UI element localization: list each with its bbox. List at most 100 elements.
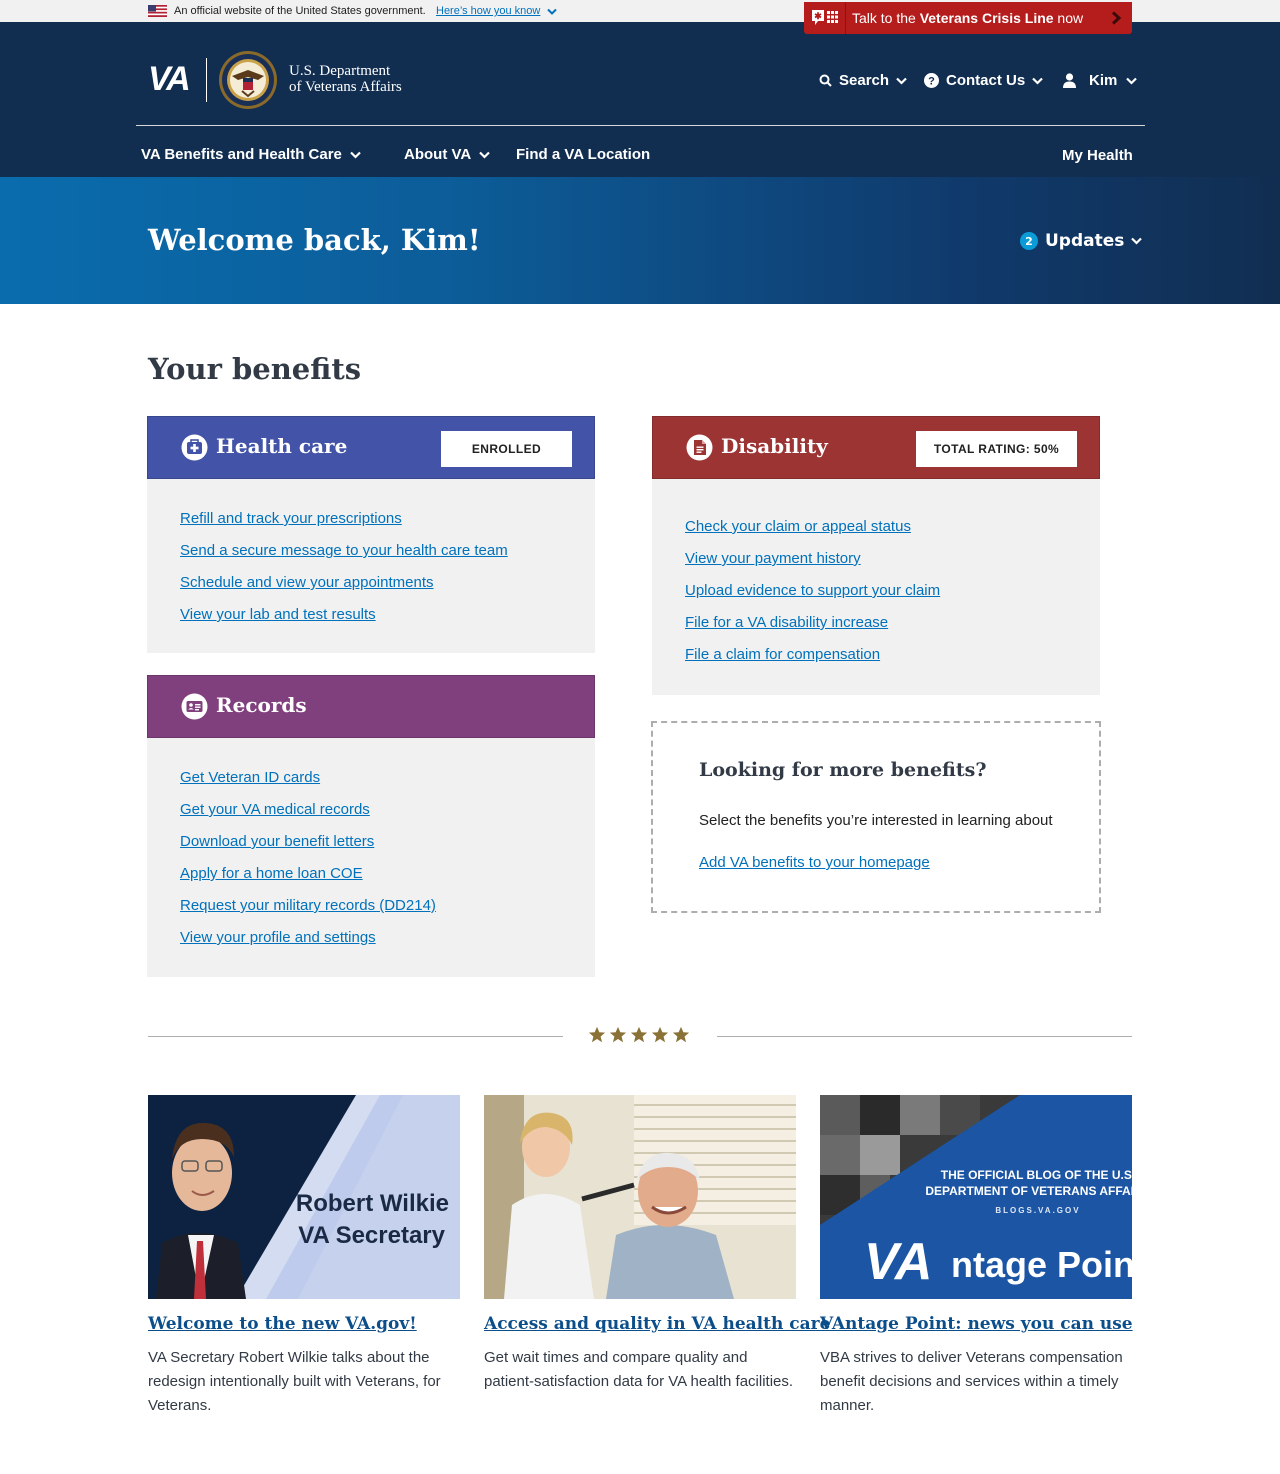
va-logo[interactable]: VA xyxy=(148,60,191,99)
veteran-id-cards-link[interactable]: Get Veteran ID cards xyxy=(180,769,436,801)
document-icon xyxy=(686,434,713,461)
chevron-down-icon xyxy=(1126,77,1138,85)
chevron-down-icon xyxy=(350,151,361,159)
user-name-label: Kim xyxy=(1089,72,1118,89)
department-name: U.S. Department of Veterans Affairs xyxy=(289,63,402,95)
menu-find-label: Find a VA Location xyxy=(516,146,651,163)
blog-line-2: DEPARTMENT OF VETERANS AFFAIRS xyxy=(925,1184,1132,1198)
blog-line-1: THE OFFICIAL BLOG OF THE U.S. xyxy=(941,1168,1132,1182)
chevron-down-icon xyxy=(1131,237,1143,245)
health-care-access-image[interactable] xyxy=(484,1095,796,1299)
vantage-point-image[interactable]: THE OFFICIAL BLOG OF THE U.S. DEPARTMENT… xyxy=(820,1095,1132,1299)
stars-divider xyxy=(588,1026,690,1044)
clinic-photo-graphic xyxy=(484,1095,796,1299)
benefit-letters-link[interactable]: Download your benefit letters xyxy=(180,833,436,865)
lab-results-link[interactable]: View your lab and test results xyxy=(180,606,508,638)
appointments-link[interactable]: Schedule and view your appointments xyxy=(180,574,508,606)
profile-settings-link[interactable]: View your profile and settings xyxy=(180,929,436,961)
more-benefits-title: Looking for more benefits? xyxy=(699,759,987,781)
crisis-prefix: Talk to the xyxy=(852,10,920,26)
crisis-suffix: now xyxy=(1053,10,1084,26)
user-menu-button[interactable]: Kim xyxy=(1063,72,1138,89)
official-gov-text: An official website of the United States… xyxy=(174,5,426,17)
records-links: Get Veteran ID cards Get your VA medical… xyxy=(180,769,436,961)
add-benefits-link[interactable]: Add VA benefits to your homepage xyxy=(699,854,930,871)
secure-message-link[interactable]: Send a secure message to your health car… xyxy=(180,542,508,574)
disability-increase-link[interactable]: File for a VA disability increase xyxy=(685,614,940,646)
how-you-know-link[interactable]: Here’s how you know xyxy=(436,5,540,17)
dept-line-2: of Veterans Affairs xyxy=(289,79,402,95)
menu-benefits-label: VA Benefits and Health Care xyxy=(141,146,342,163)
star-icon xyxy=(672,1026,690,1043)
health-care-card: Health care ENROLLED Refill and track yo… xyxy=(147,416,595,653)
veterans-crisis-line-button[interactable]: ✱ Talk to the Veterans Crisis Line now xyxy=(804,2,1132,34)
chevron-down-icon[interactable] xyxy=(547,8,557,16)
menu-about-va[interactable]: About VA xyxy=(404,146,490,163)
menu-about-label: About VA xyxy=(404,146,472,163)
promo-vantage-point-desc: VBA strives to deliver Veterans compensa… xyxy=(820,1349,1123,1414)
payment-history-link[interactable]: View your payment history xyxy=(685,550,940,582)
records-title: Records xyxy=(216,693,307,717)
vantage-logo-rest: ntage Point xyxy=(951,1244,1132,1285)
star-icon xyxy=(630,1026,648,1043)
vantage-logo-va: VA xyxy=(864,1233,932,1291)
contact-us-button[interactable]: ? Contact Us xyxy=(924,72,1043,89)
dept-line-1: U.S. Department xyxy=(289,63,391,79)
file-claim-link[interactable]: File a claim for compensation xyxy=(685,646,940,678)
svg-text:?: ? xyxy=(928,76,935,88)
search-label: Search xyxy=(839,72,890,89)
health-care-title: Health care xyxy=(216,434,348,458)
header-divider xyxy=(136,125,1145,126)
vantage-point-banner-graphic: THE OFFICIAL BLOG OF THE U.S. DEPARTMENT… xyxy=(820,1095,1132,1299)
disability-title: Disability xyxy=(721,434,828,458)
menu-my-health-label: My Health xyxy=(1062,147,1133,164)
va-seal-icon[interactable] xyxy=(218,50,278,110)
crisis-divider xyxy=(845,2,846,34)
menu-benefits-health-care[interactable]: VA Benefits and Health Care xyxy=(141,146,361,163)
claim-status-link[interactable]: Check your claim or appeal status xyxy=(685,518,940,550)
promo-health-care-desc: Get wait times and compare quality and p… xyxy=(484,1349,794,1390)
id-card-icon xyxy=(181,693,208,720)
more-benefits-text: Select the benefits you’re interested in… xyxy=(699,812,1053,829)
military-records-link[interactable]: Request your military records (DD214) xyxy=(180,897,436,929)
star-icon xyxy=(588,1026,606,1043)
chevron-right-icon xyxy=(1111,11,1122,25)
welcome-hero: Welcome back, Kim! 2 Updates xyxy=(0,177,1280,304)
total-rating-badge: TOTAL RATING: 50% xyxy=(916,431,1077,467)
crisis-line-text: Talk to the Veterans Crisis Line now xyxy=(852,10,1083,26)
svg-text:✱: ✱ xyxy=(814,11,822,21)
robert-wilkie-image[interactable]: Robert Wilkie VA Secretary xyxy=(148,1095,460,1299)
refill-prescriptions-link[interactable]: Refill and track your prescriptions xyxy=(180,510,508,542)
us-flag-icon xyxy=(148,5,167,17)
promo-health-care-link[interactable]: Access and quality in VA health care xyxy=(484,1314,830,1334)
promo-image-name: Robert Wilkie xyxy=(296,1190,449,1217)
promo-vantage-point-link[interactable]: VAntage Point: news you can use xyxy=(820,1314,1133,1334)
enrolled-badge: ENROLLED xyxy=(441,431,572,467)
menu-my-health[interactable]: My Health xyxy=(1062,147,1133,164)
records-card: Records Get Veteran ID cards Get your VA… xyxy=(147,675,595,977)
divider-right xyxy=(717,1036,1132,1037)
upload-evidence-link[interactable]: Upload evidence to support your claim xyxy=(685,582,940,614)
updates-toggle[interactable]: 2 Updates xyxy=(1020,231,1143,251)
updates-label: Updates xyxy=(1045,231,1125,251)
contact-us-label: Contact Us xyxy=(946,72,1026,89)
updates-count-badge: 2 xyxy=(1020,232,1038,250)
home-loan-coe-link[interactable]: Apply for a home loan COE xyxy=(180,865,436,897)
user-icon xyxy=(1063,73,1076,88)
menu-find-va-location[interactable]: Find a VA Location xyxy=(516,146,650,163)
disability-card-header: Disability TOTAL RATING: 50% xyxy=(652,416,1100,479)
crisis-bold: Veterans Crisis Line xyxy=(919,10,1054,26)
medical-records-link[interactable]: Get your VA medical records xyxy=(180,801,436,833)
records-card-header: Records xyxy=(147,675,595,738)
welcome-title: Welcome back, Kim! xyxy=(148,223,481,257)
disability-links: Check your claim or appeal status View y… xyxy=(685,518,940,678)
blog-url: BLOGS.VA.GOV xyxy=(995,1206,1080,1215)
search-icon xyxy=(819,74,832,87)
promo-new-vagov-link[interactable]: Welcome to the new VA.gov! xyxy=(148,1314,417,1334)
chevron-down-icon xyxy=(479,151,490,159)
search-button[interactable]: Search xyxy=(819,72,907,89)
crisis-line-icon: ✱ xyxy=(812,10,838,25)
logo-divider xyxy=(206,58,207,102)
health-care-card-header: Health care ENROLLED xyxy=(147,416,595,479)
chevron-down-icon xyxy=(1032,77,1043,85)
